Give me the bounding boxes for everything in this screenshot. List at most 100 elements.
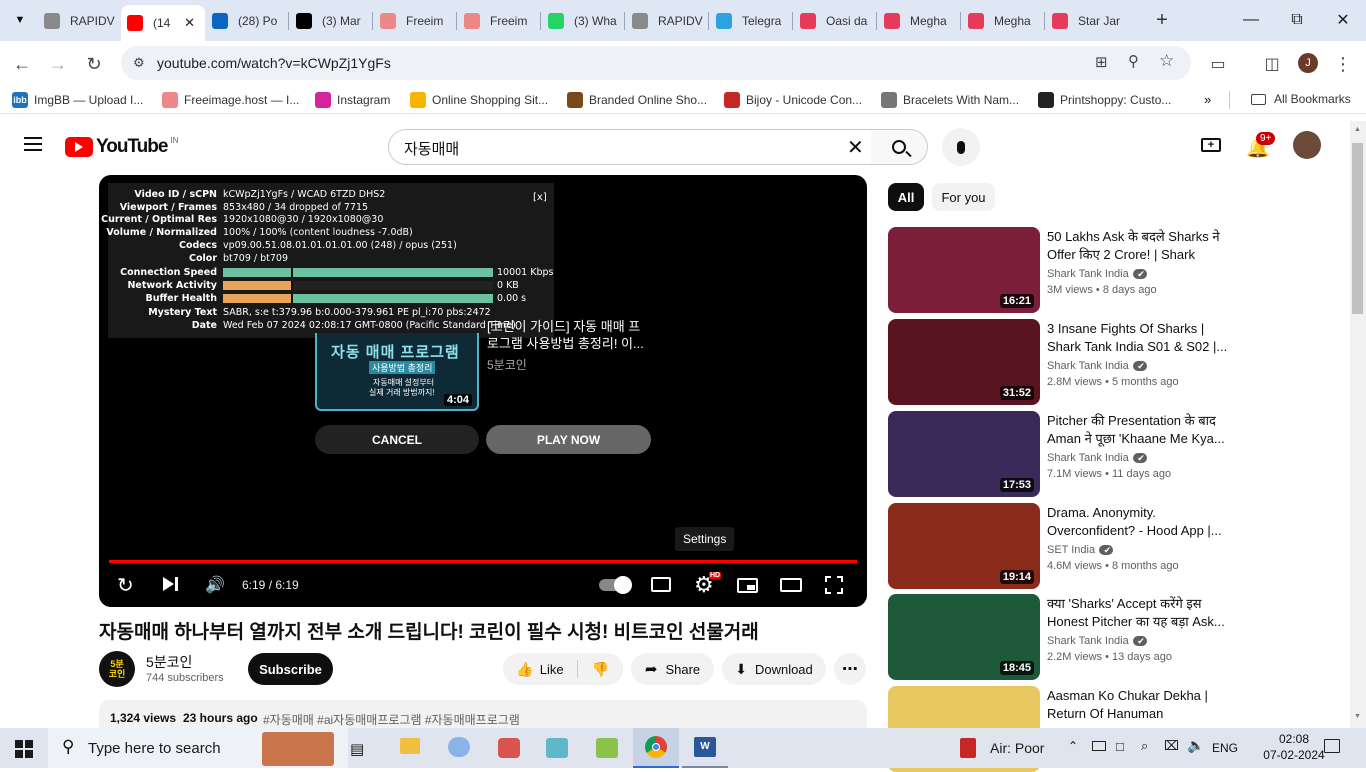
- zoom-icon[interactable]: ⚲: [1128, 52, 1139, 70]
- paint-app-icon[interactable]: [448, 737, 470, 757]
- clock-date[interactable]: 07-02-2024: [1262, 748, 1326, 762]
- up-next-title[interactable]: [코린이 가이드] 자동 매매 프로그램 사용방법 총정리! 이...: [487, 318, 652, 352]
- recommendation-title[interactable]: 3 Insane Fights Of Sharks | Shark Tank I…: [1047, 320, 1231, 356]
- voice-search-button[interactable]: [942, 128, 980, 166]
- bookmark-item[interactable]: Printshoppy: Custo...: [1038, 92, 1171, 108]
- tab-search-button[interactable]: ▼: [8, 8, 32, 32]
- notifications-center-icon[interactable]: [1324, 739, 1340, 753]
- file-explorer-icon[interactable]: [400, 738, 420, 754]
- language-indicator[interactable]: ENG: [1212, 741, 1238, 755]
- share-button[interactable]: ➦ Share: [631, 653, 714, 685]
- recommendation-channel[interactable]: Shark Tank India ✔: [1047, 635, 1147, 647]
- account-avatar[interactable]: [1293, 131, 1321, 159]
- browser-tab[interactable]: (14 ✕: [121, 5, 205, 41]
- chrome-taskbar-icon[interactable]: [633, 728, 679, 768]
- dislike-button[interactable]: 👎: [578, 653, 623, 685]
- bookmark-item[interactable]: Online Shopping Sit...: [410, 92, 548, 108]
- browser-tab[interactable]: RAPIDV: [38, 6, 122, 35]
- task-view-icon[interactable]: ▤: [350, 740, 364, 758]
- app-icon-5[interactable]: [596, 738, 618, 758]
- search-query[interactable]: 자동매매: [404, 138, 459, 159]
- network-icon[interactable]: ⌕: [1141, 738, 1148, 754]
- recommendation-thumbnail[interactable]: 17:53: [888, 411, 1040, 497]
- create-video-icon[interactable]: +: [1201, 138, 1221, 152]
- recommendation-title[interactable]: क्या 'Sharks' Accept करेंगे इस Honest Pi…: [1047, 595, 1231, 631]
- search-input[interactable]: 자동매매 ✕: [388, 129, 872, 165]
- recommendation-thumbnail[interactable]: 16:21: [888, 227, 1040, 313]
- subscribe-button[interactable]: Subscribe: [248, 653, 333, 685]
- recommendation-channel[interactable]: SET India ✔: [1047, 544, 1114, 556]
- back-button[interactable]: ←: [9, 51, 35, 77]
- browser-tab[interactable]: Megha: [962, 6, 1046, 35]
- more-actions-button[interactable]: ⋯: [834, 653, 866, 685]
- speaker-icon[interactable]: 🔈: [1187, 737, 1204, 754]
- filter-chip[interactable]: For you: [932, 183, 995, 211]
- browser-tab[interactable]: (28) Po: [206, 6, 290, 35]
- progress-bar[interactable]: [109, 560, 857, 563]
- minimize-button[interactable]: —: [1228, 0, 1274, 40]
- snipping-tool-icon[interactable]: [498, 738, 520, 758]
- browser-tab[interactable]: (3) Mar: [290, 6, 374, 35]
- page-scrollbar[interactable]: ▲ ▼: [1350, 121, 1366, 728]
- recommendation-title[interactable]: Aasman Ko Chukar Dekha | Return Of Hanum…: [1047, 687, 1231, 723]
- more-bookmarks-icon[interactable]: »: [1204, 92, 1211, 107]
- bookmark-item[interactable]: Bijoy - Unicode Con...: [724, 92, 862, 108]
- restore-button[interactable]: ⧉: [1274, 0, 1320, 40]
- bookmark-item[interactable]: ibb ImgBB — Upload I...: [12, 92, 143, 108]
- up-next-thumbnail[interactable]: 자동 매매 프로그램 사용방법 총정리 자동매매 설정부터 실제 거래 방법까지…: [315, 333, 479, 411]
- install-app-icon[interactable]: ⊞: [1095, 53, 1108, 71]
- word-taskbar-icon[interactable]: W: [682, 728, 728, 768]
- clear-search-icon[interactable]: ✕: [847, 135, 864, 160]
- all-bookmarks-button[interactable]: All Bookmarks: [1251, 92, 1351, 106]
- profile-avatar[interactable]: J: [1298, 53, 1318, 73]
- replay-icon[interactable]: ↻: [117, 573, 134, 598]
- bookmark-item[interactable]: Branded Online Sho...: [567, 92, 707, 108]
- browser-tab[interactable]: Telegra: [710, 6, 794, 35]
- battery-icon[interactable]: [1092, 741, 1106, 751]
- clock-time[interactable]: 02:08: [1262, 732, 1326, 746]
- recommendation-thumbnail[interactable]: 31:52: [888, 319, 1040, 405]
- recommendation-thumbnail[interactable]: 18:45: [888, 594, 1040, 680]
- bookmark-item[interactable]: Freeimage.host — I...: [162, 92, 299, 108]
- autoplay-toggle[interactable]: [599, 576, 632, 594]
- browser-tab[interactable]: Star Jar: [1046, 6, 1130, 35]
- theater-mode-icon[interactable]: [780, 578, 802, 592]
- url-text[interactable]: youtube.com/watch?v=kCWpZj1YgFs: [157, 55, 391, 71]
- guide-menu-icon[interactable]: [24, 137, 42, 151]
- new-tab-button[interactable]: +: [1150, 8, 1174, 32]
- play-now-button[interactable]: PLAY NOW: [486, 425, 651, 454]
- extensions-icon[interactable]: ▭: [1205, 51, 1231, 77]
- miniplayer-icon[interactable]: [737, 578, 758, 593]
- app-icon-4[interactable]: [546, 738, 568, 758]
- start-button[interactable]: [15, 740, 33, 758]
- wifi-icon[interactable]: ⌧: [1164, 738, 1179, 754]
- youtube-logo[interactable]: YouTube IN: [65, 136, 178, 158]
- forward-button[interactable]: →: [45, 51, 71, 77]
- bookmark-star-icon[interactable]: ☆: [1159, 51, 1174, 71]
- search-highlight-image[interactable]: [262, 732, 334, 766]
- recommendation-channel[interactable]: Shark Tank India ✔: [1047, 268, 1147, 280]
- meet-now-icon[interactable]: □: [1116, 739, 1124, 754]
- close-tab-icon[interactable]: ✕: [184, 15, 195, 31]
- show-hidden-icons-icon[interactable]: ⌃: [1068, 739, 1078, 753]
- hashtags[interactable]: #자동매매 #ai자동매매프로그램 #자동매매프로그램: [263, 711, 520, 728]
- recommendation-title[interactable]: Pitcher की Presentation के बाद Aman ने प…: [1047, 412, 1231, 448]
- fullscreen-icon[interactable]: [825, 576, 843, 594]
- address-bar[interactable]: ⚙ youtube.com/watch?v=kCWpZj1YgFs ⊞ ⚲ ☆: [121, 46, 1191, 80]
- recommendation-title[interactable]: 50 Lakhs Ask के बदले Sharks ने Offer किए…: [1047, 228, 1231, 264]
- search-button[interactable]: [871, 129, 928, 165]
- browser-tab[interactable]: (3) Wha: [542, 6, 626, 35]
- bookmark-item[interactable]: Instagram: [315, 92, 390, 108]
- side-panel-icon[interactable]: ◫: [1259, 51, 1285, 77]
- cancel-autoplay-button[interactable]: CANCEL: [315, 425, 479, 454]
- browser-tab[interactable]: Freeim: [458, 6, 542, 35]
- like-button[interactable]: 👍 Like: [503, 653, 577, 685]
- browser-tab[interactable]: Megha: [878, 6, 962, 35]
- volume-icon[interactable]: 🔊: [205, 575, 225, 595]
- video-player[interactable]: Video ID / sCPN kCWpZj1YgFs / WCAD 6TZD D…: [99, 175, 867, 607]
- recommendation-channel[interactable]: Shark Tank India ✔: [1047, 360, 1147, 372]
- download-button[interactable]: ⬇ Download: [722, 653, 826, 685]
- next-video-icon[interactable]: [163, 577, 178, 591]
- filter-chip[interactable]: All: [888, 183, 924, 211]
- recommendation-channel[interactable]: Shark Tank India ✔: [1047, 452, 1147, 464]
